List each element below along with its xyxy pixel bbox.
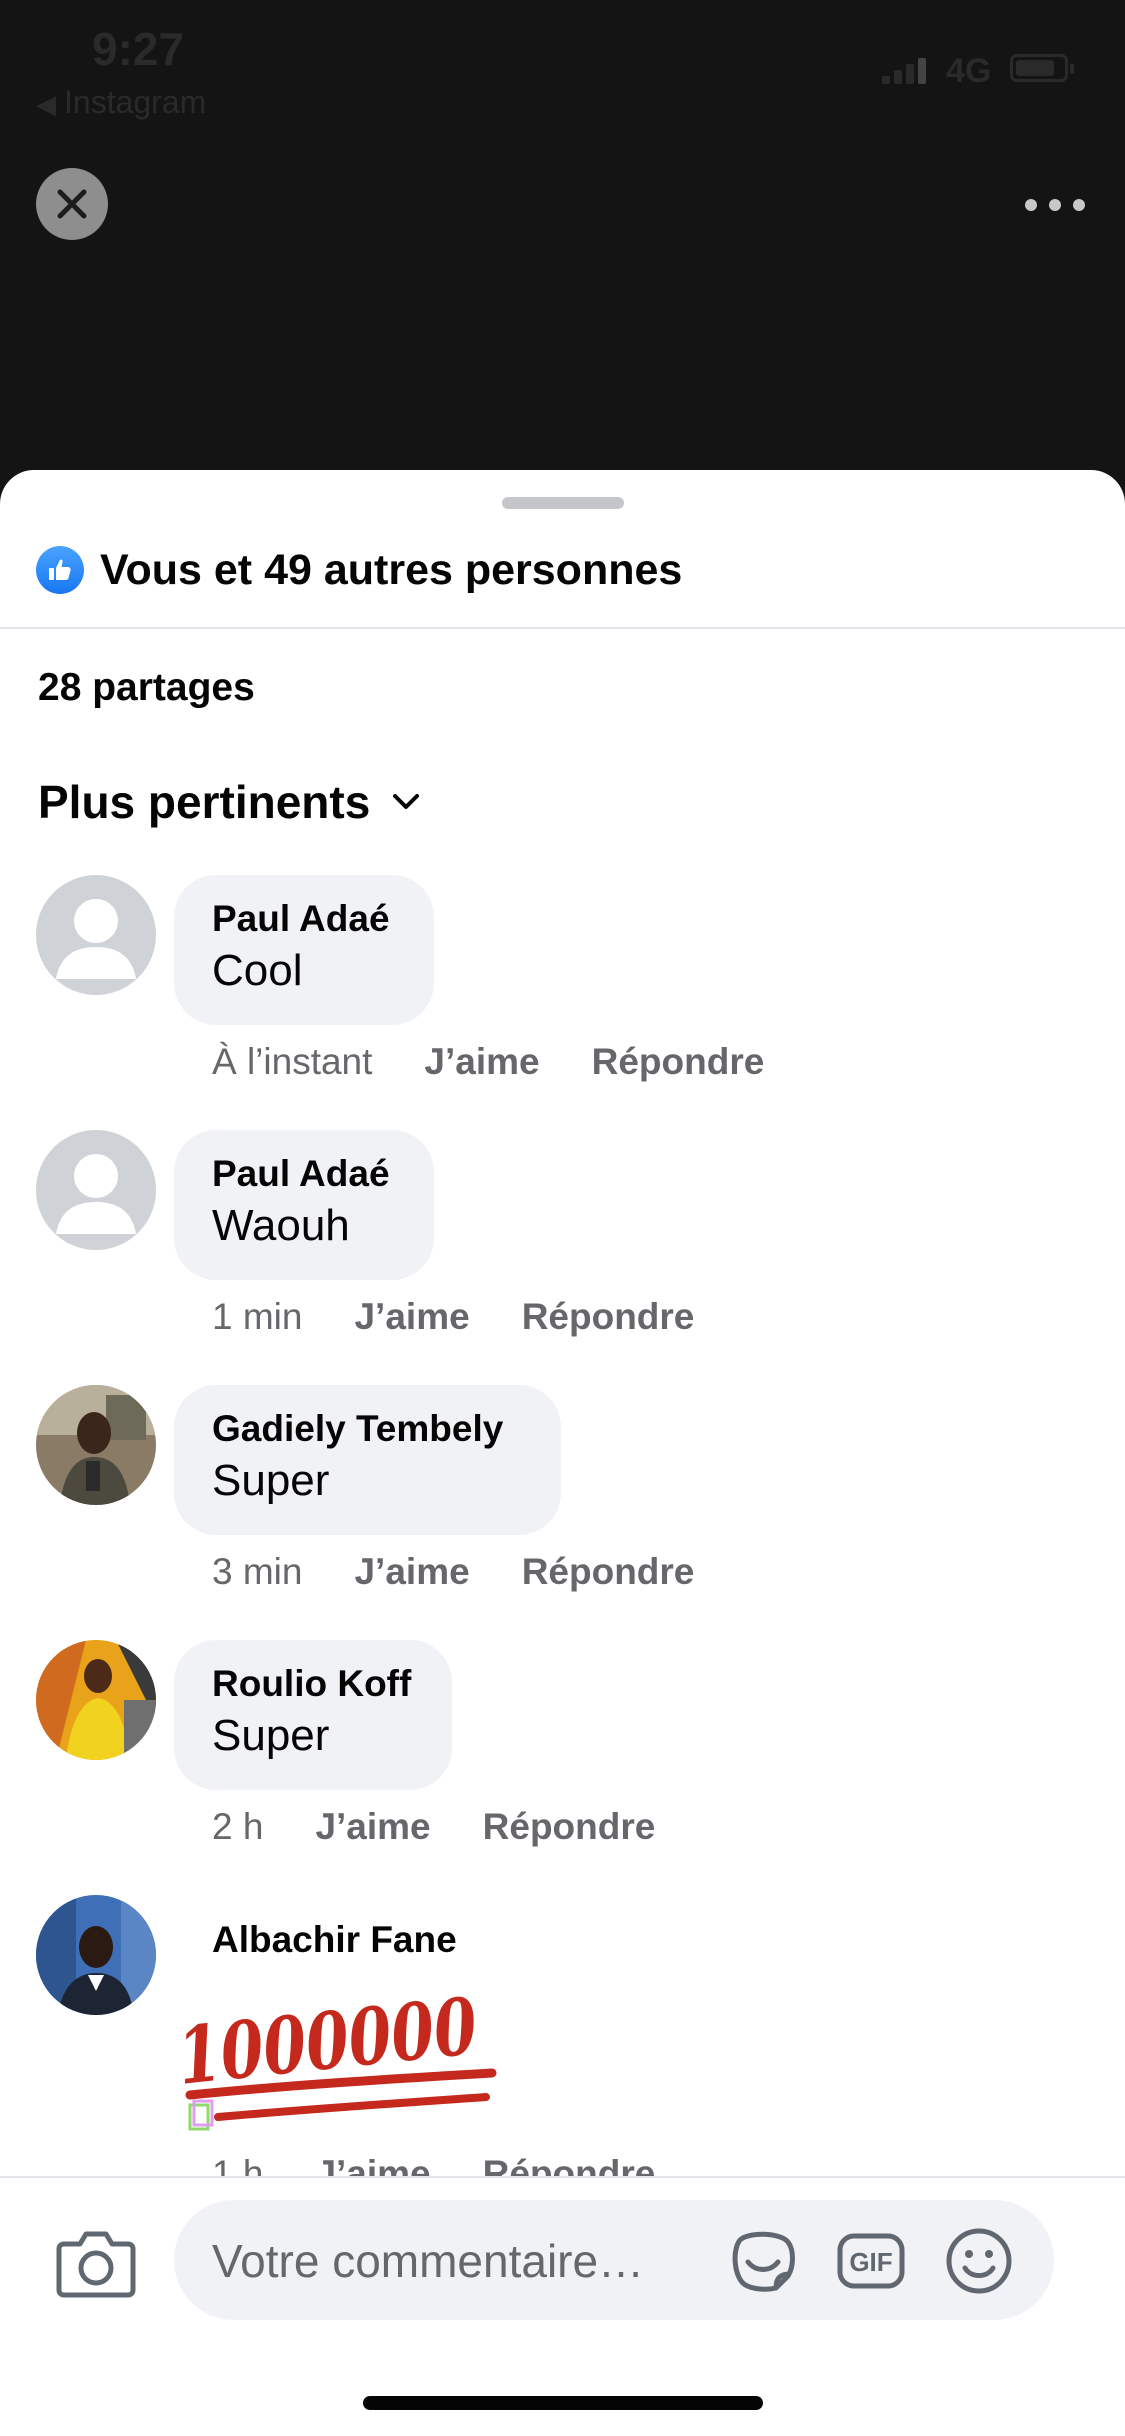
profile-photo: [36, 1895, 156, 2015]
comment-time: À l’instant: [212, 1041, 373, 1082]
comment-author[interactable]: Paul Adaé: [212, 895, 396, 943]
emoji-button[interactable]: [944, 2226, 1014, 2296]
comment-bubble[interactable]: Paul Adaé Cool: [174, 875, 434, 1025]
like-button[interactable]: J’aime: [354, 1296, 469, 1338]
like-thumb-icon: [36, 546, 84, 594]
comment-actions: 3 min J’aime Répondre: [212, 1551, 694, 1593]
comment-text: Super: [212, 1456, 330, 1505]
reply-button[interactable]: Répondre: [522, 1551, 695, 1593]
comment-time: 2 h: [212, 1806, 264, 1847]
sort-label: Plus pertinents: [38, 776, 371, 828]
camera-button[interactable]: [56, 2228, 136, 2298]
close-icon: [57, 189, 87, 219]
comment-text: Super: [212, 1711, 330, 1760]
comment-actions: 2 h J’aime Répondre: [212, 1806, 655, 1848]
back-app-label: Instagram: [64, 84, 207, 120]
sheet-grabber[interactable]: [502, 497, 624, 509]
more-dot-icon: [1025, 199, 1037, 211]
back-to-app-link[interactable]: ◀ Instagram: [36, 84, 206, 121]
comment-actions: 1 min J’aime Répondre: [212, 1296, 694, 1338]
sort-dropdown[interactable]: Plus pertinents: [38, 775, 422, 829]
reply-button[interactable]: Répondre: [483, 1806, 656, 1848]
comment-input-container[interactable]: GIF: [174, 2200, 1054, 2322]
reactions-summary[interactable]: Vous et 49 autres personnes: [36, 542, 682, 598]
comment-text: Cool: [212, 946, 303, 995]
avatar[interactable]: [36, 1130, 156, 1250]
shares-count[interactable]: 28 partages: [38, 666, 255, 710]
comment-bubble[interactable]: Paul Adaé Waouh: [174, 1130, 434, 1280]
default-avatar-icon: [56, 1154, 136, 1234]
comment-input[interactable]: [210, 2200, 684, 2322]
hundred-points-sticker[interactable]: 1000000: [170, 1967, 510, 2142]
comment-time: 3 min: [212, 1551, 303, 1592]
avatar[interactable]: [36, 1385, 156, 1505]
more-dot-icon: [1049, 199, 1061, 211]
comment-bubble[interactable]: Gadiely Tembely Super: [174, 1385, 561, 1535]
gif-button[interactable]: GIF: [836, 2226, 906, 2296]
divider: [0, 627, 1125, 629]
like-button[interactable]: J’aime: [424, 1041, 539, 1083]
reactions-text: Vous et 49 autres personnes: [100, 545, 683, 594]
gif-label: GIF: [849, 2247, 892, 2277]
comment-author[interactable]: Roulio Koff: [212, 1660, 414, 1708]
comment-time: 1 min: [212, 1296, 303, 1337]
status-time: 9:27: [92, 23, 185, 75]
comments-sheet: Vous et 49 autres personnes 28 partages …: [0, 470, 1125, 2436]
avatar[interactable]: [36, 1895, 156, 2015]
back-arrow-icon: ◀: [36, 89, 56, 119]
chevron-down-icon: [392, 792, 422, 812]
like-button[interactable]: J’aime: [315, 1806, 430, 1848]
battery-icon: [1010, 54, 1074, 82]
reply-button[interactable]: Répondre: [592, 1041, 765, 1083]
close-button[interactable]: [36, 168, 108, 240]
like-button[interactable]: J’aime: [354, 1551, 469, 1593]
comment-bubble[interactable]: Roulio Koff Super: [174, 1640, 452, 1790]
comment-author[interactable]: Gadiely Tembely: [212, 1405, 523, 1453]
reply-button[interactable]: Répondre: [522, 1296, 695, 1338]
more-dot-icon: [1073, 199, 1085, 211]
profile-photo: [36, 1385, 156, 1505]
gif-icon: GIF: [837, 2233, 905, 2289]
signal-icon: [882, 58, 926, 84]
default-avatar-icon: [56, 899, 136, 979]
sticker-button[interactable]: [728, 2226, 798, 2296]
more-options-button[interactable]: [1025, 190, 1085, 220]
avatar[interactable]: [36, 1640, 156, 1760]
profile-photo: [36, 1640, 156, 1760]
sticker-icon: [732, 2231, 795, 2292]
camera-icon: [56, 2231, 136, 2298]
comment-author[interactable]: Albachir Fane: [212, 1919, 457, 1961]
comment-author[interactable]: Paul Adaé: [212, 1150, 396, 1198]
avatar[interactable]: [36, 875, 156, 995]
comment-composer: GIF: [0, 2176, 1125, 2436]
comment-text: Waouh: [212, 1201, 350, 1250]
network-type: 4G: [946, 52, 992, 90]
comment-actions: À l’instant J’aime Répondre: [212, 1041, 764, 1083]
home-indicator[interactable]: [363, 2396, 763, 2410]
smiley-icon: [946, 2228, 1012, 2294]
